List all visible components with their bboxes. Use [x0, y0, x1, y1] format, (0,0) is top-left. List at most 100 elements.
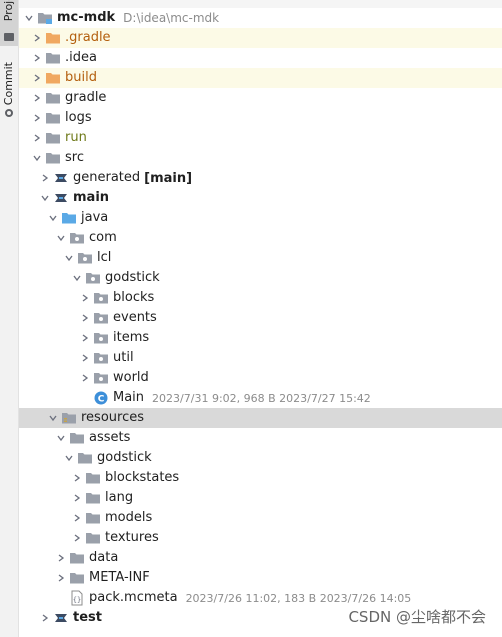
folder-icon: [69, 550, 85, 566]
resources-folder-icon: [61, 410, 77, 426]
folder-label: resources: [81, 410, 145, 425]
folder-label: assets: [89, 430, 131, 445]
chevron-right-icon[interactable]: [71, 468, 83, 488]
tree-row-com[interactable]: com: [19, 228, 502, 248]
chevron-down-icon[interactable]: [55, 428, 67, 448]
tree-row-data[interactable]: data: [19, 548, 502, 568]
tree-row-dot-idea[interactable]: .idea: [19, 48, 502, 68]
chevron-right-icon[interactable]: [31, 88, 43, 108]
chevron-right-icon[interactable]: [31, 108, 43, 128]
folder-label: textures: [105, 530, 159, 545]
tree-row-main-class[interactable]: C Main 2023/7/31 9:02, 968 B 2023/7/27 1…: [19, 388, 502, 408]
tree-row-blockstates[interactable]: blockstates: [19, 468, 502, 488]
folder-label: lang: [105, 490, 134, 505]
cut-off-row: [19, 628, 502, 637]
chevron-right-icon[interactable]: [79, 288, 91, 308]
project-tree[interactable]: mc-mdk D:\idea\mc-mdk .gradle .idea buil…: [19, 0, 502, 637]
folder-icon: [45, 50, 61, 66]
file-meta: 2023/7/31 9:02, 968 B 2023/7/27 15:42: [152, 391, 371, 405]
tree-row-events[interactable]: events: [19, 308, 502, 328]
chevron-right-icon[interactable]: [55, 548, 67, 568]
chevron-down-icon[interactable]: [63, 248, 75, 268]
tree-row-assets[interactable]: assets: [19, 428, 502, 448]
folder-icon: [85, 530, 101, 546]
chevron-down-icon[interactable]: [55, 228, 67, 248]
folder-icon: [4, 33, 14, 41]
tree-row-root[interactable]: mc-mdk D:\idea\mc-mdk: [19, 8, 502, 28]
tree-row-run[interactable]: run: [19, 128, 502, 148]
folder-label: events: [113, 310, 157, 325]
chevron-down-icon[interactable]: [47, 208, 59, 228]
chevron-right-icon[interactable]: [79, 348, 91, 368]
folder-label: blocks: [113, 290, 155, 305]
tree-row-src[interactable]: src: [19, 148, 502, 168]
package-icon: [93, 370, 109, 386]
chevron-down-icon[interactable]: [23, 8, 35, 28]
folder-label: godstick: [97, 450, 152, 465]
folder-label: gradle: [65, 90, 107, 105]
source-set-icon: [53, 610, 69, 626]
chevron-down-icon[interactable]: [63, 448, 75, 468]
tree-row-meta-inf[interactable]: META-INF: [19, 568, 502, 588]
package-icon: [93, 350, 109, 366]
folder-icon: [69, 430, 85, 446]
chevron-right-icon[interactable]: [79, 308, 91, 328]
tree-row-lang[interactable]: lang: [19, 488, 502, 508]
tree-row-util[interactable]: util: [19, 348, 502, 368]
chevron-down-icon[interactable]: [31, 148, 43, 168]
tree-row-godstick[interactable]: godstick: [19, 268, 502, 288]
tree-row-resources[interactable]: resources: [19, 408, 502, 428]
commit-tab-label: Commit: [2, 62, 15, 106]
package-icon: [77, 250, 93, 266]
module-folder-icon: [37, 10, 53, 26]
tree-row-blocks[interactable]: blocks: [19, 288, 502, 308]
folder-label: META-INF: [89, 570, 150, 585]
chevron-right-icon[interactable]: [79, 328, 91, 348]
excluded-folder-icon: [45, 70, 61, 86]
folder-label: logs: [65, 110, 92, 125]
project-tool-tab[interactable]: Proje: [0, 0, 18, 46]
folder-icon: [77, 450, 93, 466]
folder-icon: [45, 130, 61, 146]
folder-label: items: [113, 330, 150, 345]
chevron-right-icon[interactable]: [31, 48, 43, 68]
chevron-right-icon[interactable]: [55, 568, 67, 588]
chevron-right-icon[interactable]: [71, 488, 83, 508]
tree-row-generated[interactable]: generated [main]: [19, 168, 502, 188]
tree-row-textures[interactable]: textures: [19, 528, 502, 548]
tree-row-models[interactable]: models: [19, 508, 502, 528]
tree-row-assets-godstick[interactable]: godstick: [19, 448, 502, 468]
file-meta: 2023/7/26 11:02, 183 B 2023/7/26 14:05: [185, 591, 412, 605]
source-folder-icon: [61, 210, 77, 226]
file-label: pack.mcmeta: [89, 590, 178, 605]
chevron-down-icon[interactable]: [47, 408, 59, 428]
folder-icon: [45, 150, 61, 166]
folder-label: test: [73, 610, 102, 625]
chevron-right-icon[interactable]: [31, 68, 43, 88]
folder-icon: [45, 90, 61, 106]
tree-row-gradle[interactable]: gradle: [19, 88, 502, 108]
tree-row-items[interactable]: items: [19, 328, 502, 348]
tree-row-lcl[interactable]: lcl: [19, 248, 502, 268]
chevron-right-icon[interactable]: [79, 368, 91, 388]
chevron-right-icon[interactable]: [71, 508, 83, 528]
chevron-right-icon[interactable]: [39, 168, 51, 188]
tree-row-java[interactable]: java: [19, 208, 502, 228]
chevron-right-icon[interactable]: [31, 128, 43, 148]
tree-row-main[interactable]: main: [19, 188, 502, 208]
tree-row-pack-mcmeta[interactable]: {} pack.mcmeta 2023/7/26 11:02, 183 B 20…: [19, 588, 502, 608]
tree-row-logs[interactable]: logs: [19, 108, 502, 128]
chevron-right-icon[interactable]: [39, 608, 51, 628]
tree-row-build[interactable]: build: [19, 68, 502, 88]
folder-icon: [85, 510, 101, 526]
chevron-right-icon[interactable]: [31, 28, 43, 48]
folder-icon: [85, 490, 101, 506]
chevron-down-icon[interactable]: [39, 188, 51, 208]
folder-label: util: [113, 350, 134, 365]
tree-row-dot-gradle[interactable]: .gradle: [19, 28, 502, 48]
chevron-right-icon[interactable]: [71, 528, 83, 548]
tree-row-world[interactable]: world: [19, 368, 502, 388]
chevron-down-icon[interactable]: [71, 268, 83, 288]
commit-tool-tab[interactable]: Commit: [0, 62, 18, 118]
package-icon: [93, 330, 109, 346]
